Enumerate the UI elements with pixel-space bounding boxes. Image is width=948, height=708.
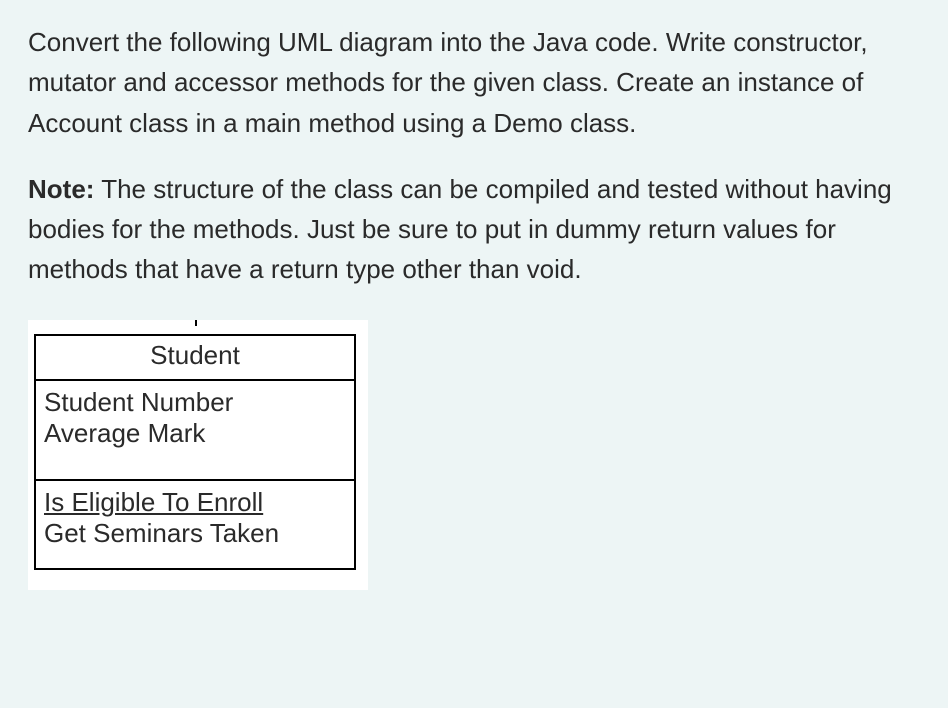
question-paragraph-2: Note: The structure of the class can be … [28, 169, 920, 290]
uml-top-connector [34, 326, 356, 334]
uml-attribute: Average Mark [44, 418, 346, 449]
uml-operation: Get Seminars Taken [44, 518, 346, 549]
uml-attribute: Student Number [44, 387, 346, 418]
note-label: Note: [28, 174, 94, 204]
uml-class-box: Student Student Number Average Mark Is E… [34, 334, 356, 570]
uml-class-name: Student [36, 336, 354, 381]
question-page: Convert the following UML diagram into t… [0, 0, 948, 610]
question-paragraph-1: Convert the following UML diagram into t… [28, 22, 920, 143]
note-text: The structure of the class can be compil… [28, 174, 892, 285]
uml-operations-section: Is Eligible To Enroll Get Seminars Taken [36, 481, 354, 567]
uml-diagram-container: Student Student Number Average Mark Is E… [28, 320, 368, 590]
uml-operation: Is Eligible To Enroll [44, 487, 346, 518]
uml-attributes-section: Student Number Average Mark [36, 381, 354, 481]
